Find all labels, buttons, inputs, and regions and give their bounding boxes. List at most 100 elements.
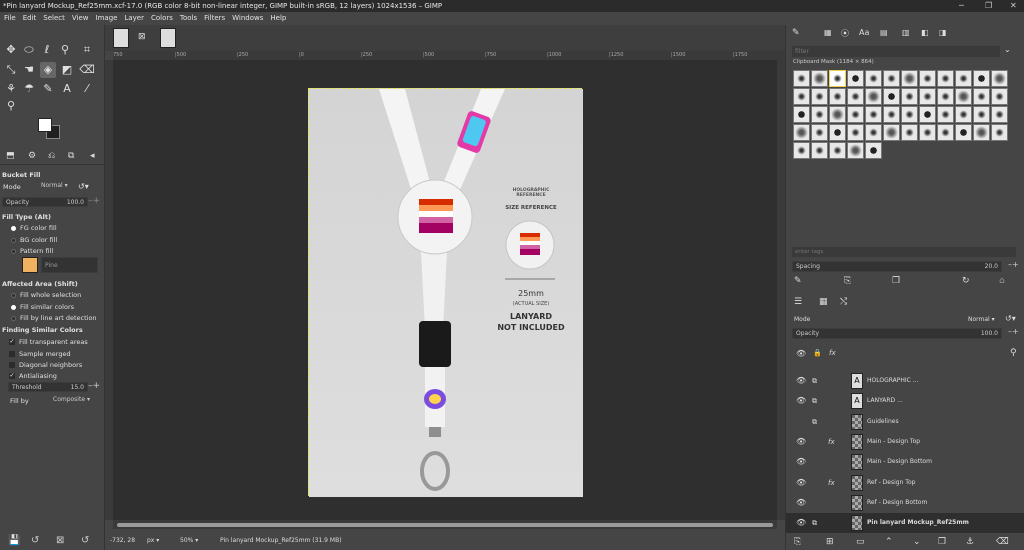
brush-thumbnail[interactable] — [865, 142, 882, 159]
threshold-stepper[interactable]: –+ — [88, 381, 102, 391]
raise-layer-icon[interactable]: ⌃ — [885, 537, 893, 547]
brush-thumbnail[interactable] — [955, 124, 972, 141]
brush-thumbnail[interactable] — [955, 70, 972, 87]
new-group-icon[interactable]: ▭ — [856, 537, 865, 547]
layer-opacity-slider[interactable]: Opacity 100.0 — [792, 328, 1002, 339]
menu-colors[interactable]: Colors — [151, 12, 173, 25]
brush-thumbnail[interactable] — [811, 106, 828, 123]
brush-thumbnail[interactable] — [991, 124, 1008, 141]
eye-icon[interactable]: 👁 — [796, 432, 806, 452]
brush-thumbnail[interactable] — [847, 142, 864, 159]
delete-options-icon[interactable]: ⊠ — [56, 535, 64, 546]
clone-tool-icon[interactable]: ⚘ — [3, 81, 19, 97]
transform-tool-icon[interactable]: ⤡ — [3, 62, 19, 78]
lasso-tool-icon[interactable]: ℓ — [39, 42, 55, 58]
radio-fill-whole[interactable]: Fill whole selection — [0, 291, 105, 299]
check-antialiasing[interactable]: ✓ Antialiasing — [0, 372, 105, 380]
eye-icon[interactable]: 👁 — [796, 371, 806, 391]
mode-select[interactable]: Normal ▾ — [38, 181, 74, 192]
brush-thumbnail[interactable] — [847, 70, 864, 87]
horizontal-scroll-thumb[interactable] — [117, 523, 773, 527]
canvas-area[interactable]: HOLOGRAPHIC REFERENCE SIZE REFERENCE 25m… — [113, 60, 777, 520]
spacing-slider[interactable]: Spacing 20.0 — [792, 261, 1002, 272]
delete-layer-icon[interactable]: ⌫ — [996, 537, 1009, 547]
zoom-tool-icon[interactable]: ⚲ — [3, 98, 19, 114]
edit-brush-icon[interactable]: ✎ — [794, 276, 802, 286]
check-sample-merged[interactable]: Sample merged — [0, 350, 105, 358]
check-fill-transparent[interactable]: ✓ Fill transparent areas — [0, 338, 105, 346]
filter-dropdown-icon[interactable]: ⌄ — [1004, 45, 1011, 54]
layer-row[interactable]: 👁 fx Ref - Design Top — [786, 473, 1024, 493]
paths-tab-icon[interactable]: ⤭ — [840, 297, 847, 307]
brush-thumbnail[interactable] — [937, 124, 954, 141]
brush-thumbnail[interactable] — [973, 106, 990, 123]
brush-thumbnail[interactable] — [829, 124, 846, 141]
channels-tab-icon[interactable]: ▦ — [819, 297, 828, 307]
brush-thumbnail[interactable] — [919, 124, 936, 141]
brush-thumbnail[interactable] — [811, 88, 828, 105]
menu-windows[interactable]: Windows — [232, 12, 263, 25]
brush-thumbnail[interactable] — [847, 124, 864, 141]
color-picker-tool-icon[interactable]: ⁄ — [79, 81, 95, 97]
warp-tool-icon[interactable]: ☚ — [21, 62, 37, 78]
brush-thumbnail[interactable] — [793, 124, 810, 141]
brush-thumbnail[interactable] — [883, 70, 900, 87]
brush-thumbnail[interactable] — [973, 70, 990, 87]
brush-thumbnail[interactable] — [883, 88, 900, 105]
image-canvas[interactable]: HOLOGRAPHIC REFERENCE SIZE REFERENCE 25m… — [308, 88, 583, 497]
layer-row[interactable]: 👁 Ref - Design Bottom — [786, 493, 1024, 513]
menu-view[interactable]: View — [72, 12, 89, 25]
undo-history-tab-icon[interactable]: ⎌ — [48, 151, 55, 161]
patterns-tab-icon[interactable]: ▦ — [824, 28, 832, 37]
brush-thumbnail[interactable] — [865, 70, 882, 87]
brush-tags-input[interactable] — [792, 247, 1016, 257]
brush-thumbnail[interactable] — [883, 106, 900, 123]
save-options-icon[interactable]: 💾 — [8, 535, 20, 546]
image-tab-thumbnail-2[interactable] — [160, 28, 176, 48]
pattern-swatch[interactable] — [22, 257, 38, 273]
paintbrush-tab-icon[interactable]: ✎ — [792, 28, 800, 38]
brush-thumbnail[interactable] — [847, 88, 864, 105]
horizontal-scrollbar[interactable] — [113, 520, 777, 529]
eye-icon[interactable]: 👁 — [796, 473, 806, 493]
layer-mode-select[interactable]: Normal ▾ — [968, 316, 995, 323]
fill-by-select[interactable]: Composite ▾ — [50, 395, 98, 406]
brush-thumbnail[interactable] — [973, 88, 990, 105]
eye-icon[interactable]: 👁 — [796, 391, 806, 411]
image-tab-thumbnail-1[interactable] — [113, 28, 129, 48]
text-tool-icon[interactable]: A — [59, 81, 75, 97]
delete-brush-icon[interactable]: ⌂ — [999, 276, 1005, 286]
brush-thumbnail[interactable] — [793, 142, 810, 159]
images-tab-icon[interactable]: ⧉ — [68, 151, 74, 161]
fonts-tab-icon[interactable]: Aa — [859, 28, 869, 37]
horizontal-ruler[interactable]: 750 |500 |250 |0 |250 |500 |750 |1000 |1250 |1500… — [113, 51, 785, 60]
brush-thumbnail[interactable] — [937, 88, 954, 105]
vertical-ruler[interactable] — [105, 60, 113, 520]
rect-select-tool-icon[interactable]: ⬭ — [21, 42, 37, 58]
radio-fill-similar[interactable]: Fill similar colors — [0, 303, 105, 311]
new-layer-group-icon[interactable]: ⎘ — [794, 537, 801, 547]
lower-layer-icon[interactable]: ⌄ — [913, 537, 921, 547]
fuzzy-select-tool-icon[interactable]: ⚲ — [57, 42, 73, 58]
brush-thumbnail[interactable] — [919, 106, 936, 123]
layer-opacity-stepper[interactable]: –+ — [1008, 327, 1019, 336]
spacing-stepper[interactable]: –+ — [1008, 260, 1019, 269]
lock-icon[interactable]: ⧉ — [812, 513, 817, 533]
paths-tool-icon[interactable]: ✎ — [40, 81, 56, 97]
opacity-stepper[interactable]: –+ — [88, 196, 102, 206]
brush-thumbnail[interactable] — [919, 70, 936, 87]
zoom-select[interactable]: 50% ▾ — [180, 531, 198, 550]
layer-row[interactable]: 👁 fx Main - Design Top — [786, 432, 1024, 452]
menu-filters[interactable]: Filters — [204, 12, 225, 25]
document-history-tab-icon[interactable]: ◨ — [939, 28, 947, 37]
brush-thumbnail[interactable] — [811, 142, 828, 159]
layer-mode-reset-icon[interactable]: ↺▾ — [1005, 314, 1016, 323]
brush-thumbnail[interactable] — [829, 142, 846, 159]
brush-thumbnail[interactable] — [829, 70, 846, 87]
device-status-tab-icon[interactable]: ⚙ — [28, 151, 36, 161]
brush-thumbnail[interactable] — [811, 124, 828, 141]
duplicate-layer-icon[interactable]: ❐ — [938, 537, 946, 547]
threshold-slider[interactable]: Threshold 15.0 — [8, 382, 88, 392]
reset-options-icon[interactable]: ↺ — [81, 535, 89, 546]
brush-thumbnail[interactable] — [829, 106, 846, 123]
